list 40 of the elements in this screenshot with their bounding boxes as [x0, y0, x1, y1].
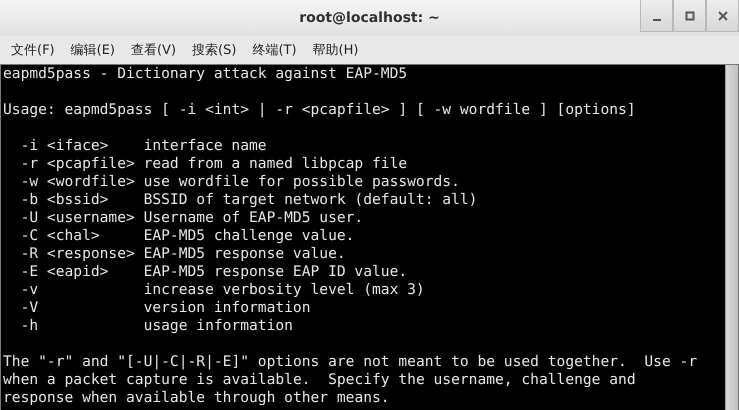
- terminal-line: The "-r" and "[-U|-C|-R|-E]" options are not meant to be used together. Use -r: [3, 353, 698, 371]
- menu-item[interactable]: 查看(V): [124, 39, 184, 61]
- option-description: use wordfile for possible passwords.: [144, 173, 460, 191]
- option-flag-label: -w <wordfile>: [20, 173, 136, 191]
- option-flag-label: -E <eapid>: [20, 263, 110, 281]
- option-flag-label: -i <iface>: [20, 137, 110, 155]
- option-flag-label: -R <response>: [20, 245, 136, 263]
- close-button[interactable]: [706, 0, 739, 32]
- option-flag-label: -v: [20, 281, 40, 299]
- option-flag-label: -V: [20, 299, 40, 317]
- maximize-button[interactable]: [673, 0, 706, 32]
- terminal-line: when a packet capture is available. Specify the username, challenge and: [3, 371, 637, 389]
- option-description: read from a named libpcap file: [144, 155, 408, 173]
- option-flag-label: -C <chal>: [20, 227, 101, 245]
- menu-item[interactable]: 帮助(H): [306, 39, 366, 61]
- option-description: version information: [144, 299, 310, 317]
- window-title: root@localhost: ~: [299, 10, 440, 26]
- option-description: interface name: [144, 137, 267, 155]
- option-description: BSSID of target network (default: all): [144, 191, 478, 209]
- terminal-line: eapmd5pass - Dictionary attack against EAP-MD5: [3, 65, 408, 83]
- option-description: EAP-MD5 response EAP ID value.: [144, 263, 408, 281]
- terminal-line: Usage: eapmd5pass [ -i <int> | -r <pcapfile> ] [ -w wordfile ] [options]: [3, 101, 637, 119]
- maximize-icon: [684, 10, 694, 20]
- option-description: usage information: [144, 317, 293, 335]
- terminal-line: response when available through other means.: [3, 389, 391, 407]
- option-flag-label: -b <bssid>: [20, 191, 110, 209]
- menu-item[interactable]: 终端(T): [245, 39, 304, 61]
- minimize-icon: [652, 18, 660, 20]
- option-flag-label: -h: [20, 317, 40, 335]
- option-description: EAP-MD5 response value.: [144, 245, 346, 263]
- option-flag-label: -U <username>: [20, 209, 136, 227]
- menu-item[interactable]: 搜索(S): [185, 39, 244, 61]
- scrollbar[interactable]: [725, 65, 738, 410]
- menu-item[interactable]: 编辑(E): [64, 39, 122, 61]
- option-description: increase verbosity level (max 3): [144, 281, 425, 299]
- option-description: EAP-MD5 challenge value.: [144, 227, 354, 245]
- option-description: Username of EAP-MD5 user.: [144, 209, 364, 227]
- menu-item[interactable]: 文件(F): [4, 39, 62, 61]
- option-flag-label: -r <pcapfile>: [20, 155, 136, 173]
- close-icon: [718, 10, 728, 20]
